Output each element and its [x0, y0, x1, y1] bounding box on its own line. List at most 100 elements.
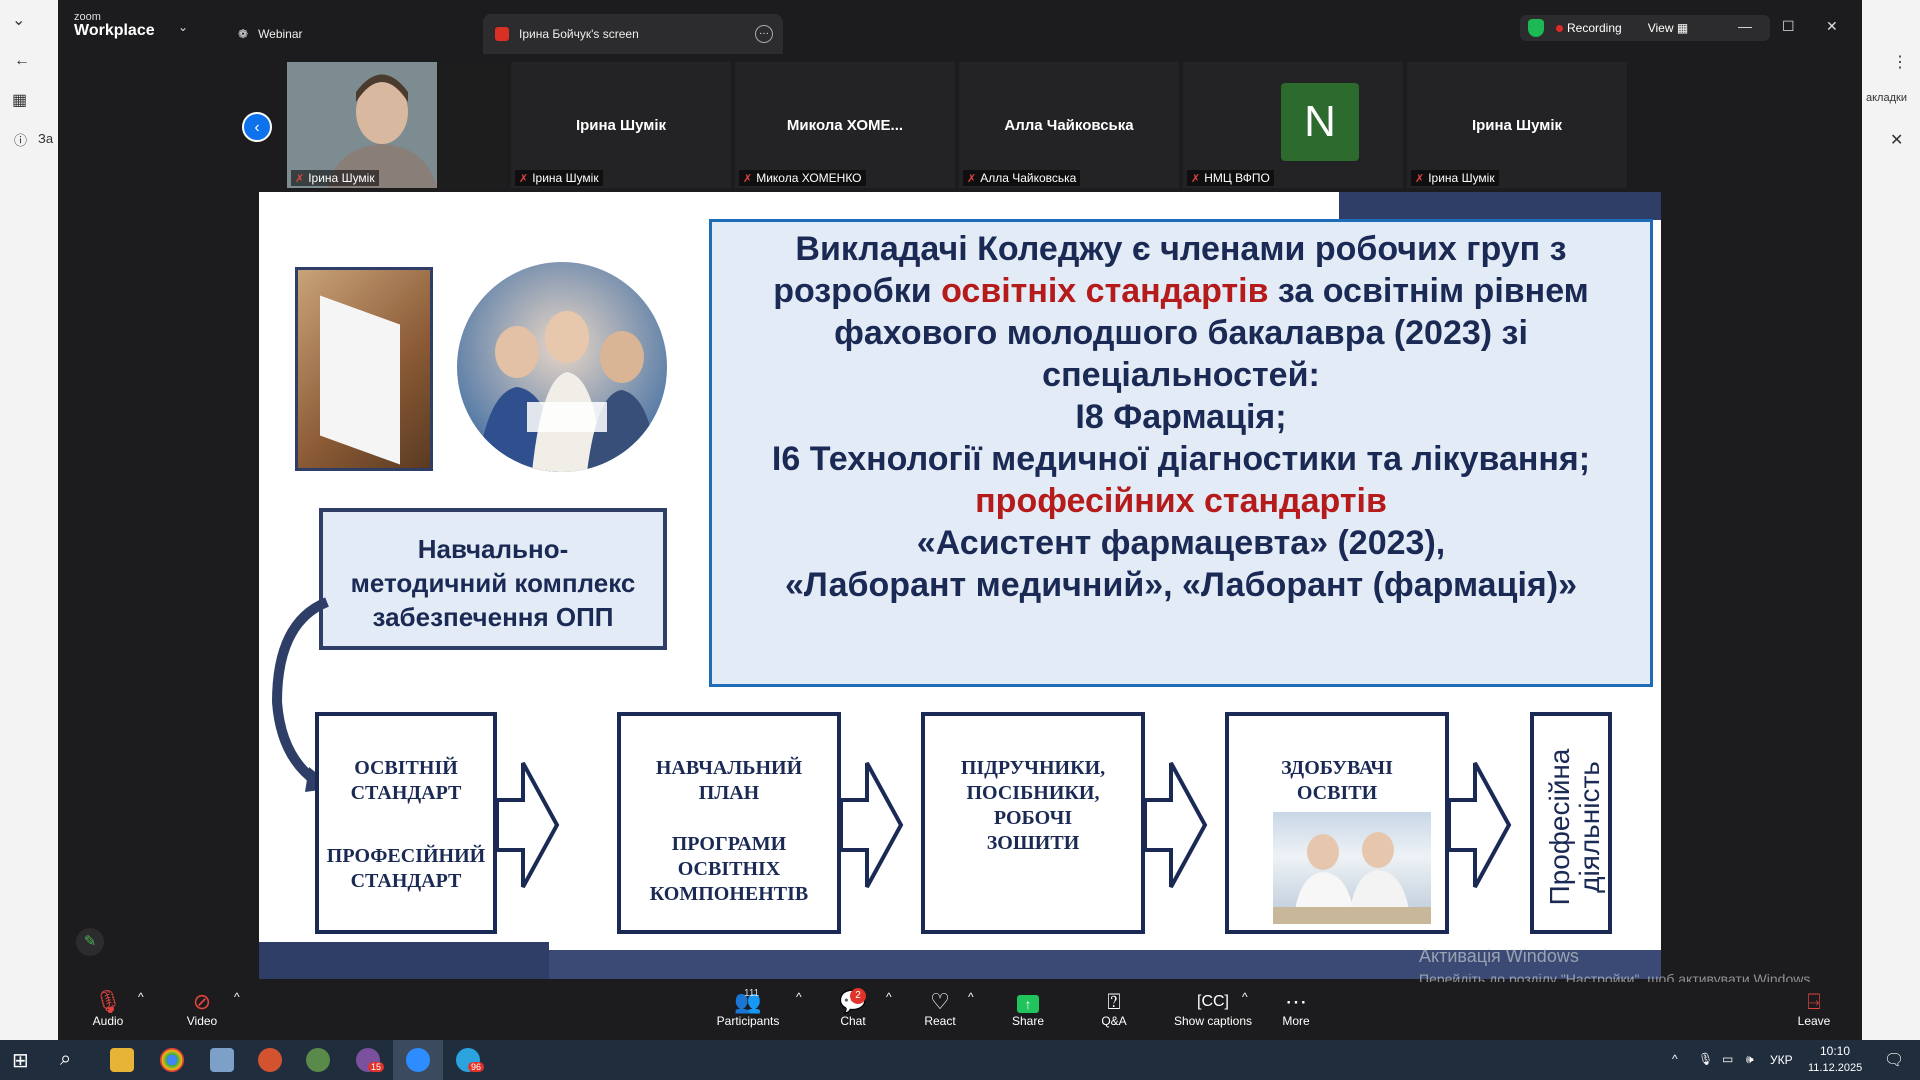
teachers-photo — [457, 262, 667, 472]
share-indicator-icon — [495, 27, 509, 41]
main-text-box: Викладачі Коледжу є членами робочих груп… — [709, 219, 1653, 687]
microphone-icon[interactable]: 🎙 — [1698, 1052, 1713, 1066]
participant-name: Ірина Шумік — [575, 117, 667, 134]
flow-box-students: ЗДОБУВАЧІ ОСВІТИ — [1225, 712, 1449, 934]
flow-text: ПРОФЕСІЙНИЙ — [326, 845, 486, 867]
leave-button[interactable]: ⍈ Leave — [1794, 990, 1834, 1029]
file-explorer-icon[interactable] — [110, 1048, 134, 1072]
main-text-line: розробки освітніх стандартів за освітнім… — [712, 270, 1650, 312]
zoom-icon[interactable] — [406, 1048, 430, 1072]
main-text-line: Викладачі Коледжу є членами робочих груп… — [795, 230, 1567, 268]
clock-time[interactable]: 10:10 — [1820, 1044, 1850, 1058]
main-text-line: фахового молодшого бакалавра (2023) зі — [834, 314, 1528, 352]
shield-icon — [1528, 19, 1544, 37]
share-icon: ↑ — [1008, 990, 1048, 1014]
more-options-icon[interactable]: ··· — [755, 25, 773, 43]
participants-button[interactable]: 👥 111 Participants — [708, 988, 788, 1028]
participant-label: ✗ НМЦ ВФПО — [1187, 170, 1274, 186]
mic-off-icon: ✗ — [743, 172, 753, 185]
tab-webinar[interactable]: ❁ Webinar — [226, 14, 436, 54]
background-browser-right: ⋮ акладки ✕ — [1862, 0, 1920, 1040]
main-text-line: І6 Технології медичної діагностики та лі… — [771, 440, 1591, 478]
mic-off-icon: ✗ — [967, 172, 977, 185]
chevron-left-icon[interactable]: ‹ — [242, 112, 272, 142]
maximize-icon[interactable]: ☐ — [1782, 18, 1795, 35]
chrome-profile-icon[interactable] — [306, 1048, 330, 1072]
title-bar: zoom Workplace ⌄ ❁ Webinar Ірина Бойчук'… — [58, 0, 1862, 54]
volume-icon[interactable]: 🕪 — [1746, 1052, 1754, 1067]
side-box-line: Навчально- — [417, 534, 569, 564]
windows-taskbar: ⊞ ⌕ 15 96 ^ 🎙 ▭ 🕪 УКР 10:10 11.12.2025 🗨 — [0, 1040, 1920, 1080]
participant-tile[interactable]: ✗ Ірина Шумік — [287, 62, 507, 188]
language-indicator[interactable]: УКР — [1770, 1053, 1793, 1067]
clock-date[interactable]: 11.12.2025 — [1808, 1062, 1862, 1074]
react-button[interactable]: ♡ React — [920, 989, 960, 1029]
highlight-text: освітніх стандартів — [941, 272, 1269, 310]
participant-tile[interactable]: Ірина Шумік ✗ Ірина Шумік — [1407, 62, 1627, 188]
zoom-window: zoom Workplace ⌄ ❁ Webinar Ірина Бойчук'… — [58, 0, 1862, 1040]
share-button[interactable]: ↑ Share — [1008, 990, 1048, 1028]
participant-label: ✗ Алла Чайковська — [963, 170, 1081, 186]
chevron-down-icon[interactable]: ⌄ — [178, 20, 188, 34]
mic-off-icon: ✗ — [1191, 172, 1201, 185]
participant-label: ✗ Ірина Шумік — [515, 170, 603, 186]
tray-chevron-icon[interactable]: ^ — [1672, 1052, 1678, 1066]
audio-button[interactable]: 🎙 Audio — [78, 990, 138, 1029]
participants-options-caret[interactable]: ^ — [796, 990, 802, 1004]
chat-options-caret[interactable]: ^ — [886, 990, 892, 1004]
flow-text: РОБОЧІ — [993, 807, 1073, 829]
app-icon[interactable] — [210, 1048, 234, 1072]
back-arrow-icon[interactable]: ← — [14, 52, 30, 70]
qa-button[interactable]: ⍰ Q&A — [1094, 990, 1134, 1029]
share-label: Share — [1011, 1014, 1045, 1028]
video-off-icon: ⊘ — [192, 989, 212, 1014]
search-icon[interactable]: ⌕ — [60, 1048, 71, 1071]
chat-button[interactable]: 💬 2 Chat — [828, 988, 878, 1028]
react-options-caret[interactable]: ^ — [968, 990, 974, 1004]
video-button[interactable]: ⊘ Video — [172, 989, 232, 1029]
video-options-caret[interactable]: ^ — [234, 990, 240, 1004]
tab-shared-screen[interactable]: Ірина Бойчук's screen ··· — [483, 14, 783, 54]
flow-text: ОСВІТИ — [1296, 782, 1378, 804]
participant-name: Алла Чайковська — [1004, 117, 1134, 134]
heart-icon: ♡ — [930, 989, 950, 1014]
main-text-line: «Лаборант медичний», «Лаборант (фармація… — [785, 566, 1577, 604]
zoom-brand[interactable]: zoom Workplace — [74, 12, 155, 39]
bookmarks-fragment: акладки — [1866, 92, 1907, 104]
notifications-icon[interactable]: 🗨 — [1884, 1050, 1904, 1070]
participant-tile[interactable]: N ✗ НМЦ ВФПО — [1183, 62, 1403, 188]
flow-text: СТАНДАРТ — [350, 870, 462, 892]
menu-dots-icon[interactable]: ⋮ — [1892, 52, 1908, 72]
audio-options-caret[interactable]: ^ — [138, 990, 144, 1004]
apps-grid-icon[interactable]: ▦ — [12, 90, 27, 110]
slide-decor-band — [1339, 192, 1661, 220]
powerpoint-icon[interactable] — [258, 1048, 282, 1072]
react-label: React — [924, 1014, 956, 1028]
network-icon[interactable]: ▭ — [1722, 1052, 1733, 1066]
close-window-icon[interactable]: ✕ — [1826, 18, 1838, 35]
view-button[interactable]: View ▦ — [1648, 21, 1688, 35]
participant-name: Ірина Шумік — [1471, 117, 1563, 134]
minimize-icon[interactable]: — — [1738, 18, 1752, 34]
captions-options-caret[interactable]: ^ — [1242, 990, 1248, 1004]
main-text-line: «Асистент фармацевта» (2023), — [916, 524, 1446, 562]
brand-big: Workplace — [74, 22, 155, 39]
participant-label: ✗ Ірина Шумік — [1411, 170, 1499, 186]
chrome-icon[interactable] — [160, 1048, 184, 1072]
participant-tile[interactable]: Алла Чайковська ✗ Алла Чайковська — [959, 62, 1179, 188]
main-text-line: спеціальностей: — [1042, 356, 1320, 394]
recording-label[interactable]: Recording — [1567, 21, 1622, 35]
annotate-pencil-icon[interactable]: ✎ — [76, 928, 104, 956]
participant-label-text: Микола ХОМЕНКО — [756, 171, 862, 185]
close-icon[interactable]: ✕ — [1890, 130, 1903, 150]
tab-list-icon[interactable]: ⌄ — [12, 10, 25, 30]
flow-text: ПОСІБНИКИ, — [966, 782, 1100, 804]
more-button[interactable]: ⋯ More — [1276, 990, 1316, 1029]
participant-tile[interactable]: Микола ХОМЕ... ✗ Микола ХОМЕНКО — [735, 62, 955, 188]
slide-decor-band — [259, 942, 549, 979]
windows-start-icon[interactable]: ⊞ — [12, 1048, 29, 1073]
participant-strip: ‹ ✗ Ірина Шумік Ірина Шумік ✗ Ірина Шумік … — [58, 54, 1862, 189]
vertical-text-line: Професійна — [1544, 748, 1575, 906]
audio-label: Audio — [92, 1014, 124, 1028]
participant-tile[interactable]: Ірина Шумік ✗ Ірина Шумік — [511, 62, 731, 188]
